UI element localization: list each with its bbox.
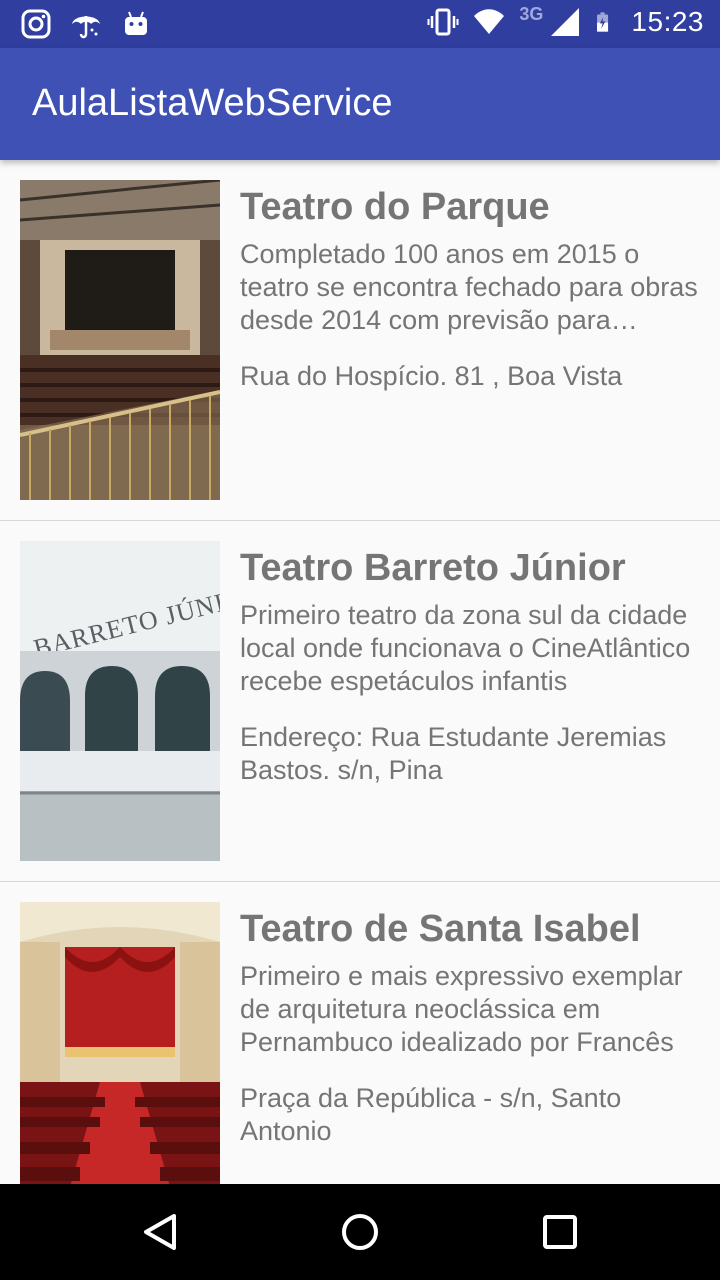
notification-icons	[20, 8, 152, 40]
network-type-label: 3G	[519, 3, 544, 24]
vibrate-icon	[427, 8, 459, 36]
teatro-barreto-junior-photo: BARRETO JÚNI	[20, 541, 220, 861]
list-item[interactable]: Teatro do Parque Completado 100 anos em …	[0, 160, 720, 521]
android-icon	[125, 11, 147, 35]
list-item[interactable]: Teatro de Santa Isabel Primeiro e mais e…	[0, 882, 720, 1184]
item-description: Primeiro e mais expressivo exemplar de a…	[240, 961, 683, 1057]
back-icon[interactable]	[136, 1208, 184, 1256]
battery-charging-icon	[597, 12, 609, 32]
recents-icon[interactable]	[536, 1208, 584, 1256]
clock: 15:23	[631, 6, 704, 37]
item-title: Teatro de Santa Isabel	[240, 908, 641, 950]
teatro-santa-isabel-photo	[20, 902, 220, 1184]
item-title: Teatro do Parque	[240, 186, 550, 228]
item-description: Completado 100 anos em 2015 o teatro se …	[240, 239, 698, 335]
home-icon[interactable]	[336, 1208, 384, 1256]
item-address: Rua do Hospício. 81 , Boa Vista	[240, 361, 623, 391]
item-address: Praça da República - s/n, Santo Antonio	[240, 1083, 622, 1146]
list-item[interactable]: BARRETO JÚNI Teatro Barreto Júnior Prime…	[0, 521, 720, 882]
umbrella-icon	[72, 16, 100, 39]
status-bar: 3G 15:23	[0, 0, 720, 48]
system-status-icons: 3G 15:23	[427, 3, 704, 38]
signal-icon	[551, 8, 580, 36]
app-title: AulaListaWebService	[32, 82, 393, 124]
teatro-do-parque-photo	[20, 180, 220, 500]
app-bar: AulaListaWebService	[0, 48, 720, 160]
instagram-icon	[21, 9, 51, 39]
item-title: Teatro Barreto Júnior	[240, 547, 626, 589]
theater-list[interactable]: Teatro do Parque Completado 100 anos em …	[0, 160, 720, 1184]
item-description: Primeiro teatro da zona sul da cidade lo…	[240, 600, 691, 696]
navigation-bar	[0, 1184, 720, 1280]
item-address: Endereço: Rua Estudante Jeremias Bastos.…	[240, 722, 667, 785]
wifi-icon	[474, 9, 505, 34]
